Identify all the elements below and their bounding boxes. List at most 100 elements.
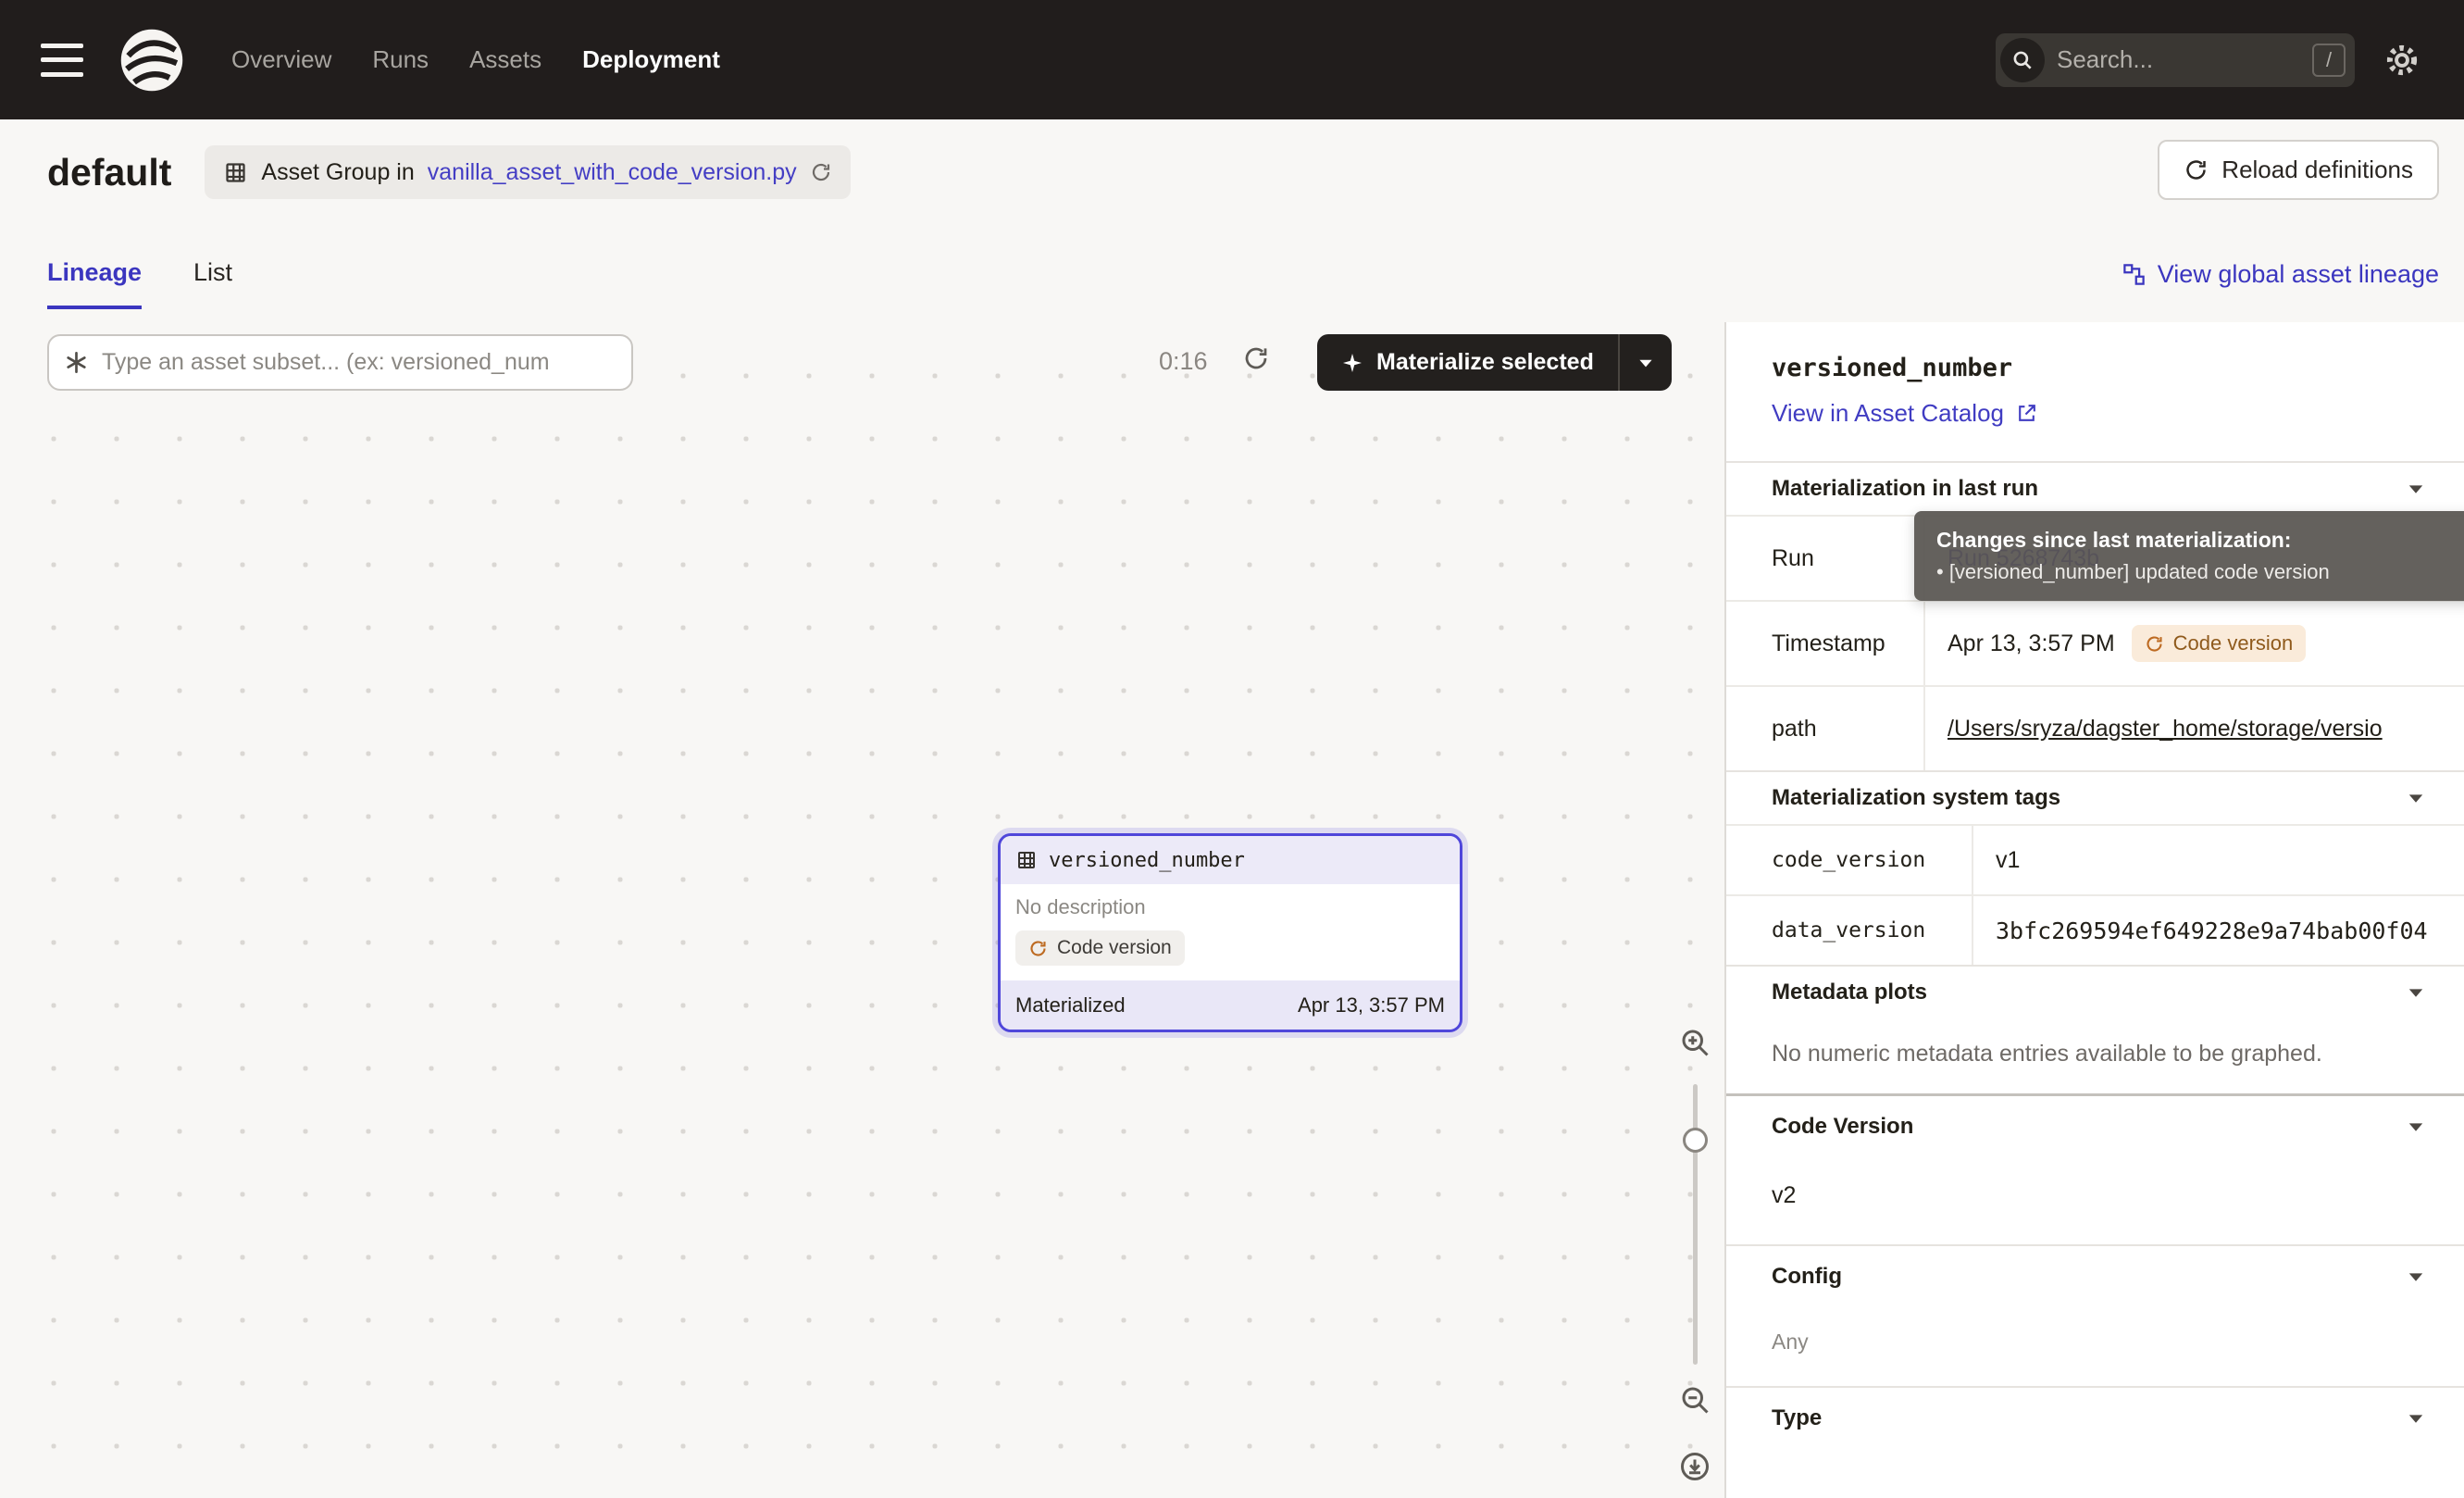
nav-item-overview[interactable]: Overview <box>231 45 331 74</box>
reload-definitions-label: Reload definitions <box>2221 156 2413 184</box>
section-code-version[interactable]: Code Version <box>1726 1093 2464 1156</box>
tab-lineage[interactable]: Lineage <box>47 258 142 309</box>
section-label: Code Version <box>1772 1114 1913 1140</box>
code-version-row: code_version v1 <box>1726 824 2464 894</box>
code-version-tag-label: Code version <box>2173 631 2294 655</box>
timestamp-row: Timestamp Apr 13, 3:57 PM Code version <box>1726 600 2464 685</box>
section-type[interactable]: Type <box>1726 1386 2464 1449</box>
asset-node-header: versioned_number <box>1001 836 1460 884</box>
global-lineage-label: View global asset lineage <box>2158 260 2439 289</box>
search-input[interactable] <box>1996 45 2367 74</box>
search-box: / <box>1996 33 2355 87</box>
settings-gear-icon[interactable] <box>2383 40 2423 81</box>
refresh-icon[interactable] <box>810 161 832 183</box>
refresh-timer: 0:16 <box>1159 347 1208 376</box>
asset-group-prefix: Asset Group in <box>261 159 414 186</box>
code-version-value: v1 <box>1996 847 2020 874</box>
section-label: Type <box>1772 1405 1822 1431</box>
code-version-change-tag: Code version <box>2132 625 2307 662</box>
chevron-down-icon <box>2405 787 2427 809</box>
chevron-down-icon <box>2405 981 2427 1004</box>
section-label: Config <box>1772 1264 1842 1290</box>
zoom-slider-track[interactable] <box>1693 1084 1698 1365</box>
external-link-icon <box>2015 402 2038 425</box>
changes-tooltip: Changes since last materialization: • [v… <box>1914 511 2464 601</box>
section-label: Materialization in last run <box>1772 476 2038 502</box>
sparkle-icon <box>1341 352 1363 374</box>
code-version-key: code_version <box>1726 826 1973 894</box>
asset-group-file-link[interactable]: vanilla_asset_with_code_version.py <box>428 159 797 186</box>
materialize-split-button: Materialize selected <box>1317 334 1672 391</box>
section-materialization-system-tags[interactable]: Materialization system tags <box>1726 770 2464 824</box>
data-version-key: data_version <box>1726 896 1973 965</box>
section-metadata-plots[interactable]: Metadata plots <box>1726 965 2464 1018</box>
materialize-selected-button[interactable]: Materialize selected <box>1317 334 1618 391</box>
tab-list[interactable]: List <box>193 258 232 309</box>
path-label: path <box>1726 687 1925 770</box>
asset-group-badge: Asset Group in vanilla_asset_with_code_v… <box>205 145 850 199</box>
chevron-down-icon <box>2405 478 2427 500</box>
code-version-changed-icon <box>1028 939 1048 958</box>
reload-icon <box>2184 157 2209 182</box>
timestamp-label: Timestamp <box>1726 602 1925 685</box>
zoom-out-icon[interactable] <box>1678 1383 1711 1417</box>
zoom-in-icon[interactable] <box>1678 1026 1711 1059</box>
download-image-icon[interactable] <box>1678 1450 1711 1483</box>
lineage-graph-icon <box>2122 262 2147 287</box>
search-shortcut-key: / <box>2312 44 2346 77</box>
nav-links: Overview Runs Assets Deployment <box>231 45 720 74</box>
view-global-asset-lineage-link[interactable]: View global asset lineage <box>2122 260 2439 289</box>
data-version-row: data_version 3bfc269594ef649228e9a74bab0… <box>1726 894 2464 965</box>
asset-subset-input[interactable] <box>102 349 616 376</box>
panel-asset-name: versioned_number <box>1726 354 2464 382</box>
tooltip-detail: • [versioned_number] updated code versio… <box>1936 560 2464 584</box>
section-label: Metadata plots <box>1772 980 1927 1005</box>
materialize-label: Materialize selected <box>1376 349 1594 376</box>
zoom-slider-handle[interactable] <box>1683 1128 1708 1153</box>
section-materialization-last-run[interactable]: Materialization in last run <box>1726 461 2464 515</box>
page-title: default <box>47 151 171 194</box>
catalog-link-label: View in Asset Catalog <box>1772 399 2004 428</box>
section-config[interactable]: Config <box>1726 1244 2464 1307</box>
nav-item-assets[interactable]: Assets <box>469 45 541 74</box>
main-content: 0:16 Materialize selected <box>0 322 2464 1498</box>
view-in-asset-catalog-link[interactable]: View in Asset Catalog <box>1772 399 2038 428</box>
asset-node-body: No description Code version <box>1001 884 1460 980</box>
materialized-status-label: Materialized <box>1015 993 1126 1017</box>
dagster-logo-icon[interactable] <box>117 25 187 95</box>
storage-path-link[interactable]: /Users/sryza/dagster_home/storage/versio <box>1948 716 2383 743</box>
zoom-controls <box>1662 322 1727 1498</box>
op-selector-icon <box>64 350 89 375</box>
section-label: Materialization system tags <box>1772 785 2060 811</box>
metadata-empty-message: No numeric metadata entries available to… <box>1726 1018 2464 1093</box>
chevron-down-icon <box>2405 1116 2427 1138</box>
nav-item-deployment[interactable]: Deployment <box>582 45 720 74</box>
code-version-tag: Code version <box>1015 930 1185 966</box>
reload-definitions-button[interactable]: Reload definitions <box>2158 140 2439 200</box>
timestamp-value: Apr 13, 3:57 PM <box>1948 630 2115 657</box>
asset-node-footer: Materialized Apr 13, 3:57 PM <box>1001 980 1460 1030</box>
materialized-timestamp: Apr 13, 3:57 PM <box>1298 993 1445 1017</box>
chevron-down-icon <box>2405 1407 2427 1429</box>
asset-detail-panel: versioned_number View in Asset Catalog M… <box>1724 322 2464 1498</box>
canvas-refresh-icon[interactable] <box>1242 344 1270 372</box>
hamburger-menu-button[interactable] <box>41 44 83 77</box>
code-version-changed-icon <box>2145 634 2164 654</box>
chevron-down-icon <box>2405 1266 2427 1288</box>
top-nav: Overview Runs Assets Deployment / <box>0 0 2464 119</box>
tooltip-title: Changes since last materialization: <box>1936 528 2464 553</box>
asset-node-versioned-number[interactable]: versioned_number No description Code ver… <box>998 833 1462 1032</box>
asset-subset-filter <box>47 334 633 391</box>
asset-node-description: No description <box>1015 895 1445 919</box>
code-version-tag-label: Code version <box>1057 937 1172 959</box>
asset-table-icon <box>1015 849 1038 871</box>
path-row: path /Users/sryza/dagster_home/storage/v… <box>1726 685 2464 770</box>
asset-node-name: versioned_number <box>1049 849 1245 872</box>
view-tabs: Lineage List <box>47 258 232 309</box>
current-code-version-value: v2 <box>1726 1156 2464 1244</box>
config-value: Any <box>1726 1307 2464 1386</box>
search-icon <box>2000 38 2045 82</box>
asset-group-grid-icon <box>223 160 248 185</box>
nav-item-runs[interactable]: Runs <box>372 45 429 74</box>
lineage-canvas[interactable]: 0:16 Materialize selected <box>0 322 1724 1498</box>
